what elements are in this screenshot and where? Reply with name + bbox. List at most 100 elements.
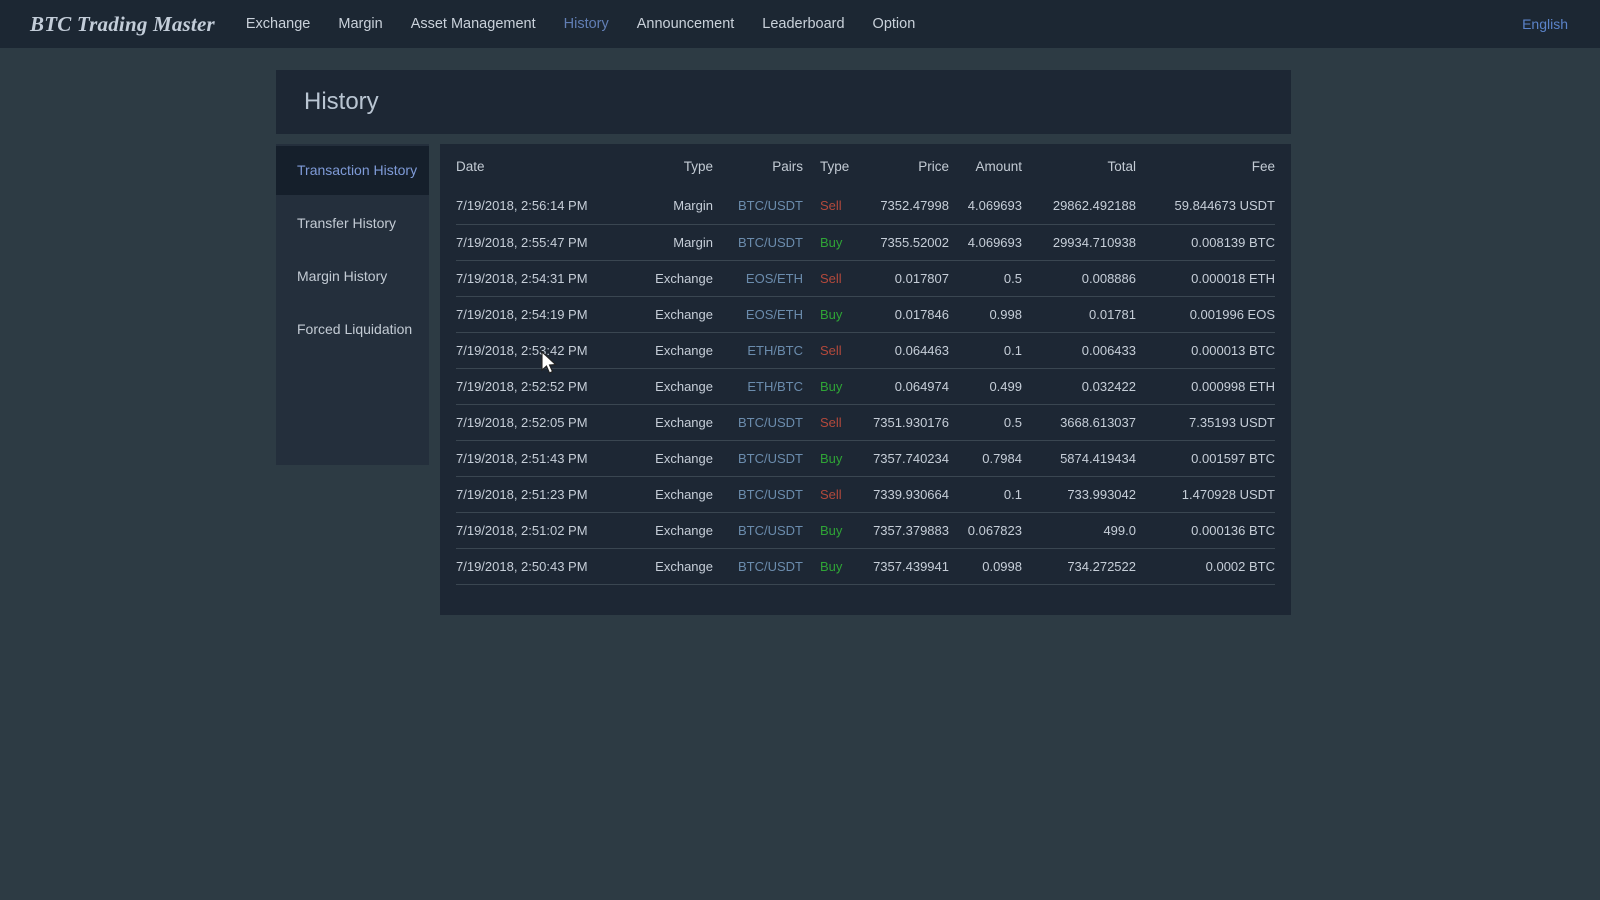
cell-type: Exchange (594, 548, 713, 584)
cell-pair[interactable]: ETH/BTC (713, 368, 803, 404)
cell-date: 7/19/2018, 2:55:47 PM (456, 224, 594, 260)
cell-type: Exchange (594, 404, 713, 440)
cell-pair[interactable]: ETH/BTC (713, 332, 803, 368)
column-header-pairs: Pairs (713, 144, 803, 188)
table-row: 7/19/2018, 2:52:05 PMExchangeBTC/USDTSel… (456, 404, 1275, 440)
cell-fee: 0.001996 EOS (1136, 296, 1275, 332)
sidebar-item-forced-liquidation[interactable]: Forced Liquidation (276, 305, 429, 354)
nav-item-option[interactable]: Option (873, 16, 916, 32)
cell-trade-side: Sell (803, 404, 861, 440)
cell-date: 7/19/2018, 2:50:43 PM (456, 548, 594, 584)
cell-trade-side: Sell (803, 260, 861, 296)
nav-item-asset-management[interactable]: Asset Management (411, 16, 536, 32)
cell-fee: 0.000136 BTC (1136, 512, 1275, 548)
cell-amount: 0.7984 (949, 440, 1022, 476)
page-root: { "brand": "BTC Trading Master", "nav": … (0, 0, 1600, 900)
cell-type: Exchange (594, 332, 713, 368)
cell-trade-side: Buy (803, 368, 861, 404)
cell-type: Exchange (594, 476, 713, 512)
cell-pair[interactable]: EOS/ETH (713, 296, 803, 332)
transaction-table-card: DateTypePairsTypePriceAmountTotalFee 7/1… (440, 144, 1291, 615)
top-navigation-bar: BTC Trading Master Exchange Margin Asset M… (0, 0, 1600, 48)
sidebar-item-transfer-history[interactable]: Transfer History (276, 199, 429, 248)
cell-price: 7357.379883 (861, 512, 949, 548)
cell-pair[interactable]: BTC/USDT (713, 224, 803, 260)
table-row: 7/19/2018, 2:54:31 PMExchangeEOS/ETHSell… (456, 260, 1275, 296)
cell-total: 733.993042 (1022, 476, 1136, 512)
column-header-type-side: Type (803, 144, 861, 188)
cell-fee: 0.0002 BTC (1136, 548, 1275, 584)
cell-pair[interactable]: BTC/USDT (713, 548, 803, 584)
column-header-type: Type (594, 144, 713, 188)
table-row: 7/19/2018, 2:52:52 PMExchangeETH/BTCBuy 0… (456, 368, 1275, 404)
language-selector[interactable]: English (1522, 16, 1568, 32)
cell-fee: 0.001597 BTC (1136, 440, 1275, 476)
column-header-date: Date (456, 144, 594, 188)
cell-amount: 0.5 (949, 260, 1022, 296)
table-header-row: DateTypePairsTypePriceAmountTotalFee (456, 144, 1275, 188)
nav-item-exchange[interactable]: Exchange (246, 16, 311, 32)
cell-total: 0.008886 (1022, 260, 1136, 296)
cell-pair[interactable]: BTC/USDT (713, 440, 803, 476)
history-sidebar: Transaction HistoryTransfer HistoryMargi… (276, 144, 429, 465)
cell-price: 7355.52002 (861, 224, 949, 260)
cell-type: Exchange (594, 440, 713, 476)
cell-date: 7/19/2018, 2:54:19 PM (456, 296, 594, 332)
cell-date: 7/19/2018, 2:56:14 PM (456, 188, 594, 224)
cell-pair[interactable]: BTC/USDT (713, 188, 803, 224)
cell-total: 0.01781 (1022, 296, 1136, 332)
page-title: History (304, 88, 379, 116)
cell-price: 7357.740234 (861, 440, 949, 476)
cell-price: 0.017846 (861, 296, 949, 332)
cell-type: Exchange (594, 368, 713, 404)
cell-date: 7/19/2018, 2:53:42 PM (456, 332, 594, 368)
cell-fee: 0.008139 BTC (1136, 224, 1275, 260)
table-row: 7/19/2018, 2:50:43 PMExchangeBTC/USDTBuy… (456, 548, 1275, 584)
cell-pair[interactable]: BTC/USDT (713, 404, 803, 440)
cell-fee: 7.35193 USDT (1136, 404, 1275, 440)
cell-pair[interactable]: BTC/USDT (713, 476, 803, 512)
cell-amount: 0.0998 (949, 548, 1022, 584)
cell-trade-side: Buy (803, 440, 861, 476)
cell-total: 0.006433 (1022, 332, 1136, 368)
cell-fee: 0.000013 BTC (1136, 332, 1275, 368)
transaction-history-table: DateTypePairsTypePriceAmountTotalFee 7/1… (456, 144, 1275, 585)
table-row: 7/19/2018, 2:56:14 PMMarginBTC/USDTSell7… (456, 188, 1275, 224)
cell-total: 734.272522 (1022, 548, 1136, 584)
column-header-total: Total (1022, 144, 1136, 188)
cell-price: 7352.47998 (861, 188, 949, 224)
cell-type: Margin (594, 224, 713, 260)
cell-trade-side: Buy (803, 224, 861, 260)
cell-total: 0.032422 (1022, 368, 1136, 404)
cell-amount: 4.069693 (949, 224, 1022, 260)
nav-item-leaderboard[interactable]: Leaderboard (762, 16, 844, 32)
column-header-fee: Fee (1136, 144, 1275, 188)
cell-trade-side: Buy (803, 512, 861, 548)
table-row: 7/19/2018, 2:55:47 PMMarginBTC/USDTBuy73… (456, 224, 1275, 260)
cell-fee: 0.000998 ETH (1136, 368, 1275, 404)
cell-amount: 0.1 (949, 476, 1022, 512)
cell-price: 0.017807 (861, 260, 949, 296)
brand-logo[interactable]: BTC Trading Master (30, 12, 215, 37)
cell-amount: 4.069693 (949, 188, 1022, 224)
cell-trade-side: Sell (803, 476, 861, 512)
page-header-card: History (276, 70, 1291, 134)
cell-date: 7/19/2018, 2:52:52 PM (456, 368, 594, 404)
nav-item-margin[interactable]: Margin (338, 16, 382, 32)
cell-type: Margin (594, 188, 713, 224)
cell-type: Exchange (594, 512, 713, 548)
sidebar-item-transaction-history[interactable]: Transaction History (276, 146, 429, 195)
cell-price: 7339.930664 (861, 476, 949, 512)
cell-type: Exchange (594, 260, 713, 296)
cell-pair[interactable]: BTC/USDT (713, 512, 803, 548)
nav-item-history[interactable]: History (564, 16, 609, 32)
table-row: 7/19/2018, 2:53:42 PMExchangeETH/BTCSell… (456, 332, 1275, 368)
cell-amount: 0.998 (949, 296, 1022, 332)
cell-total: 499.0 (1022, 512, 1136, 548)
nav-item-announcement[interactable]: Announcement (637, 16, 735, 32)
table-body: 7/19/2018, 2:56:14 PMMarginBTC/USDTSell7… (456, 188, 1275, 584)
cell-total: 29862.492188 (1022, 188, 1136, 224)
cell-pair[interactable]: EOS/ETH (713, 260, 803, 296)
cell-price: 7351.930176 (861, 404, 949, 440)
sidebar-item-margin-history[interactable]: Margin History (276, 252, 429, 301)
